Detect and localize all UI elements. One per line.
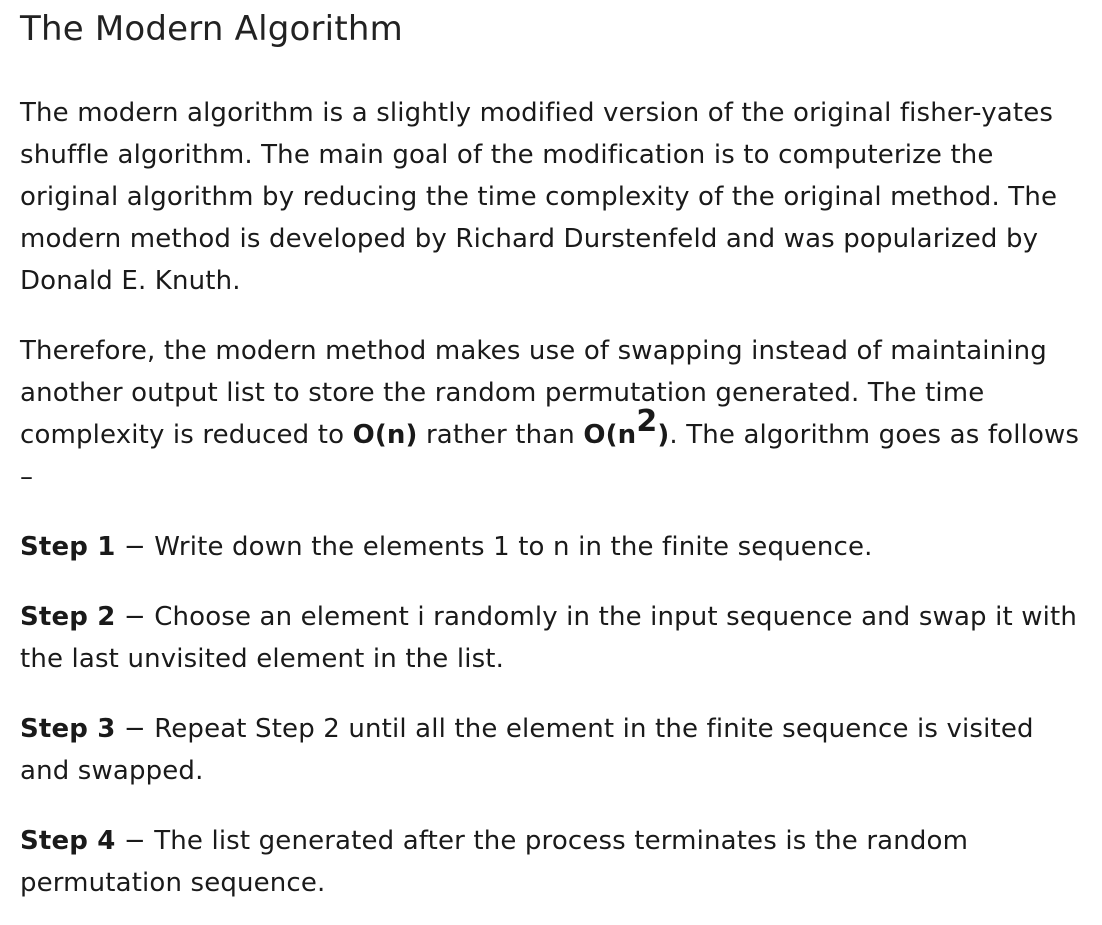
step-text: Choose an element i randomly in the inpu… [20,602,1078,674]
step-text: The list generated after the process ter… [20,826,969,898]
step-label: Step 4 [20,826,116,856]
step-item: Step 3 − Repeat Step 2 until all the ele… [20,708,1082,792]
step-label: Step 3 [20,714,116,744]
steps-list: Step 1 − Write down the elements 1 to n … [20,526,1082,904]
step-separator: − [115,532,155,562]
step-text: Write down the elements 1 to n in the fi… [154,532,873,562]
complexity-o-n: O(n) [352,420,418,450]
step-separator: − [115,602,155,632]
article-content: The Modern Algorithm The modern algorith… [0,0,1102,904]
step-text: Repeat Step 2 until all the element in t… [20,714,1034,786]
o-n2-base: O(n [583,420,637,450]
o-n2-exponent: 2 [636,404,658,440]
complexity-text-middle: rather than [417,420,584,450]
step-item: Step 1 − Write down the elements 1 to n … [20,526,1082,568]
step-item: Step 2 − Choose an element i randomly in… [20,596,1082,680]
o-n2-close: ) [657,420,670,450]
step-separator: − [115,714,155,744]
complexity-o-n-squared: O(n2) [583,407,670,450]
complexity-paragraph: Therefore, the modern method makes use o… [20,330,1082,498]
step-item: Step 4 − The list generated after the pr… [20,820,1082,904]
step-label: Step 1 [20,532,116,562]
section-heading: The Modern Algorithm [20,9,403,49]
step-label: Step 2 [20,602,116,632]
step-separator: − [115,826,155,856]
intro-paragraph: The modern algorithm is a slightly modif… [20,98,1058,296]
